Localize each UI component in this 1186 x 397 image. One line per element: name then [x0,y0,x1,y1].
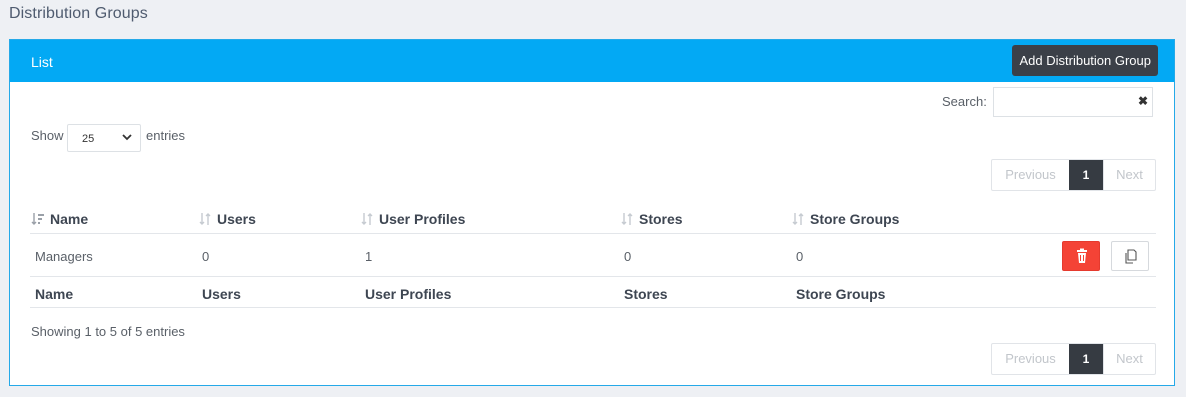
footer-label-stores: Stores [624,286,668,302]
cell-user-profiles: 1 [365,249,373,264]
footer-label-name: Name [35,286,74,302]
copy-icon [1125,249,1137,264]
column-header-label: Store Groups [810,211,900,227]
footer-label-store-groups: Store Groups [796,286,886,302]
sort-asc-icon [31,213,44,225]
search-label: Search: [942,94,987,109]
divider [30,276,1156,277]
column-header-label: Users [217,211,256,227]
entries-select-value: 25 [82,133,95,145]
column-header-name[interactable]: Name [31,211,88,227]
pagination-bottom: Previous 1 Next [991,343,1156,375]
column-header-label: User Profiles [379,211,466,227]
card-title: List [31,54,53,70]
card-header: List Add Distribution Group [10,40,1174,82]
column-header-stores[interactable]: Stores [620,211,683,227]
pagination-previous[interactable]: Previous [992,160,1069,190]
trash-icon [1077,248,1087,263]
column-header-label: Name [50,211,89,227]
cell-stores: 0 [624,249,632,264]
pagination-next[interactable]: Next [1103,344,1155,374]
column-header-user-profiles[interactable]: User Profiles [360,211,465,227]
list-card: List Add Distribution Group Search: ✖ Sh… [9,39,1175,386]
entries-select[interactable]: 25 [67,124,141,152]
cell-name: Managers [35,249,93,264]
sort-icon [621,213,633,225]
copy-button[interactable] [1111,241,1149,271]
sort-icon [792,213,804,225]
entries-label: entries [146,128,186,143]
pagination-page-1[interactable]: 1 [1069,344,1103,374]
pagination-top: Previous 1 Next [991,159,1156,191]
table-info: Showing 1 to 5 of 5 entries [31,324,185,339]
chevron-down-icon [122,134,132,141]
footer-label-users: Users [202,286,241,302]
pagination-previous[interactable]: Previous [992,344,1069,374]
cell-users: 0 [202,249,210,264]
pagination-page-1[interactable]: 1 [1069,160,1103,190]
show-label: Show [31,128,64,143]
sort-icon [361,213,373,225]
page-title: Distribution Groups [9,5,148,22]
search-input[interactable]: ✖ [993,87,1153,117]
add-distribution-group-button[interactable]: Add Distribution Group [1012,45,1158,76]
column-header-store-groups[interactable]: Store Groups [791,211,899,227]
column-header-label: Stores [639,211,683,227]
divider [30,233,1156,234]
close-icon[interactable]: ✖ [1138,94,1148,108]
pagination-next[interactable]: Next [1103,160,1155,190]
footer-label-user-profiles: User Profiles [365,286,452,302]
divider [30,307,1156,308]
column-header-users[interactable]: Users [198,211,256,227]
delete-button[interactable] [1062,241,1100,271]
sort-icon [199,213,211,225]
cell-store-groups: 0 [796,249,804,264]
